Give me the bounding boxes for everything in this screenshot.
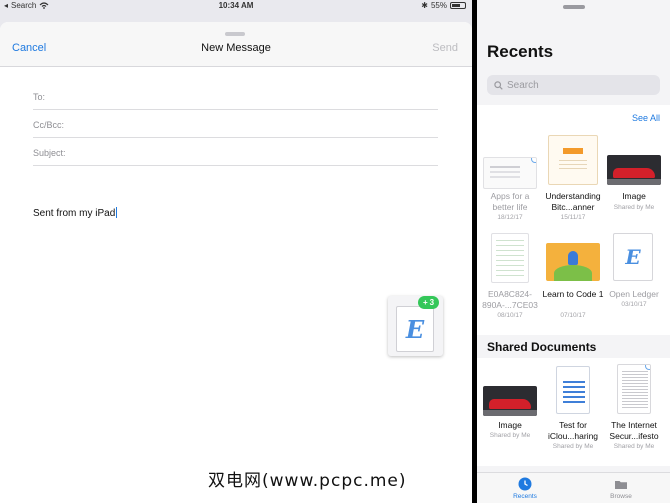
item-name: Test for iClou...haring bbox=[547, 420, 599, 441]
item-name: Learn to Code 1 bbox=[542, 289, 604, 299]
document-thumbnail bbox=[617, 364, 651, 414]
shared-item[interactable]: Test for iClou...haring Shared by Me bbox=[542, 358, 604, 458]
plus-icon: + bbox=[423, 298, 428, 307]
bluetooth-icon: ✱ bbox=[421, 1, 428, 10]
recents-grid: See All Apps for a better life 18/12/17 … bbox=[477, 105, 670, 335]
subject-field[interactable]: Subject: bbox=[33, 138, 438, 166]
search-input[interactable]: Search bbox=[487, 75, 660, 95]
watermark: 双电网(www.pcpc.me) bbox=[208, 471, 407, 491]
mail-app: New Message Cancel Send To: Cc/Bcc: Subj… bbox=[0, 12, 472, 503]
files-app: Recents Search See All Apps for a better… bbox=[477, 0, 670, 503]
ledger-document-icon: E bbox=[405, 314, 425, 344]
cc-bcc-field[interactable]: Cc/Bcc: bbox=[33, 110, 438, 138]
item-name: Open Ledger bbox=[609, 289, 659, 299]
item-sharing: Shared by Me bbox=[489, 432, 531, 439]
folder-icon bbox=[615, 481, 627, 489]
search-placeholder: Search bbox=[507, 79, 539, 91]
shared-documents-grid: Image Shared by Me Test for iClou...hari… bbox=[477, 358, 670, 466]
battery-percent: 55% bbox=[430, 1, 447, 10]
item-name: Image bbox=[498, 420, 522, 430]
text-caret bbox=[116, 207, 118, 218]
shared-item[interactable]: The Internet Secur...ifesto Shared by Me bbox=[603, 358, 665, 458]
shared-item[interactable]: Image Shared by Me bbox=[479, 358, 541, 458]
clock-icon bbox=[518, 477, 532, 491]
recent-item[interactable]: E Open Ledger 03/10/17 bbox=[603, 105, 665, 325]
status-bar: ◂ Search 10:34 AM ✱ 55% bbox=[0, 0, 472, 12]
item-date: 03/10/17 bbox=[621, 301, 647, 308]
item-name: The Internet Secur...ifesto bbox=[609, 420, 659, 441]
tab-recents[interactable]: Recents bbox=[495, 477, 555, 500]
document-thumbnail bbox=[556, 366, 590, 414]
playground-thumbnail bbox=[546, 243, 600, 281]
sheet-grabber[interactable] bbox=[225, 32, 245, 36]
to-label: To: bbox=[33, 92, 46, 102]
item-sharing: Shared by Me bbox=[552, 443, 594, 450]
drag-count-badge: + 3 bbox=[418, 296, 440, 309]
item-date: 07/10/17 bbox=[560, 312, 586, 319]
search-icon bbox=[494, 80, 503, 90]
cancel-button[interactable]: Cancel bbox=[12, 42, 46, 54]
page-title: Recents bbox=[487, 42, 554, 61]
tab-browse-label: Browse bbox=[610, 493, 632, 500]
image-thumbnail bbox=[483, 386, 537, 416]
recent-item[interactable]: E0A8C824-890A-...7CE03 08/10/17 bbox=[479, 105, 541, 325]
item-name: E0A8C824-890A-...7CE03 bbox=[482, 289, 538, 310]
slide-over-grabber[interactable] bbox=[563, 5, 585, 9]
ledger-thumbnail: E bbox=[613, 233, 653, 281]
send-button[interactable]: Send bbox=[432, 42, 458, 54]
recent-item[interactable]: Learn to Code 1 07/10/17 bbox=[542, 105, 604, 325]
to-field[interactable]: To: bbox=[33, 82, 438, 110]
compose-sheet: New Message Cancel Send To: Cc/Bcc: Subj… bbox=[0, 22, 472, 503]
compose-navbar: New Message Cancel Send bbox=[0, 22, 472, 67]
section-title: Shared Documents bbox=[487, 340, 597, 354]
document-thumbnail bbox=[491, 233, 529, 283]
subject-label: Subject: bbox=[33, 148, 66, 158]
dragged-document: E bbox=[396, 306, 434, 352]
tab-recents-label: Recents bbox=[513, 493, 537, 500]
battery-icon bbox=[450, 2, 466, 9]
drag-count: 3 bbox=[429, 298, 435, 307]
tab-bar: Recents Browse bbox=[477, 472, 670, 503]
status-right: ✱ 55% bbox=[421, 1, 466, 10]
tab-browse[interactable]: Browse bbox=[591, 477, 651, 500]
compose-title: New Message bbox=[201, 42, 271, 54]
ledger-document-icon: E bbox=[625, 245, 641, 269]
signature-text: Sent from my iPad bbox=[33, 208, 116, 219]
cloud-download-icon bbox=[645, 365, 650, 370]
status-time: 10:34 AM bbox=[218, 1, 254, 10]
item-sharing: Shared by Me bbox=[613, 443, 655, 450]
message-body[interactable]: Sent from my iPad bbox=[33, 207, 118, 219]
item-date: 08/10/17 bbox=[497, 312, 523, 319]
cc-bcc-label: Cc/Bcc: bbox=[33, 120, 65, 130]
